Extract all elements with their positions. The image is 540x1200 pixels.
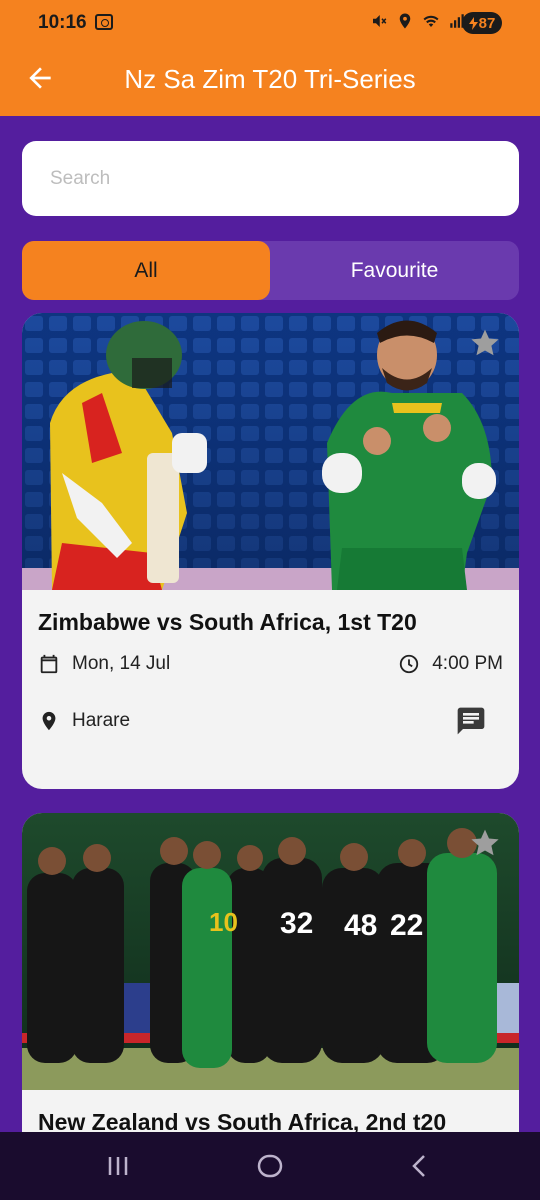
match-title: Zimbabwe vs South Africa, 1st T20 xyxy=(38,609,417,635)
chat-icon[interactable] xyxy=(455,705,487,737)
jersey-number: 10 xyxy=(209,907,238,937)
jersey-number: 48 xyxy=(344,909,377,942)
match-venue: Harare xyxy=(38,710,130,732)
screenshot-icon xyxy=(95,14,113,30)
wifi-icon xyxy=(423,15,439,27)
status-time: 10:16 xyxy=(38,12,87,33)
clock-icon xyxy=(400,654,419,674)
jersey-number: 32 xyxy=(280,907,313,940)
system-nav-bar xyxy=(0,1132,540,1200)
tab-all[interactable]: All xyxy=(22,241,270,300)
mute-icon xyxy=(373,15,387,27)
search-input[interactable] xyxy=(50,141,490,216)
calendar-icon xyxy=(40,654,58,674)
home-icon[interactable] xyxy=(254,1150,286,1182)
battery-level: 87 xyxy=(478,14,496,32)
recents-icon[interactable] xyxy=(102,1150,134,1182)
location-pin-icon xyxy=(42,711,56,731)
page-title: Nz Sa Zim T20 Tri-Series xyxy=(124,64,416,94)
location-icon xyxy=(399,13,411,29)
filter-tabs: All Favourite xyxy=(22,241,519,300)
match-date: Mon, 14 Jul xyxy=(38,653,170,675)
tab-favourite[interactable]: Favourite xyxy=(270,241,519,300)
back-icon[interactable] xyxy=(404,1150,436,1182)
match-photo xyxy=(22,313,519,590)
favourite-star-icon[interactable] xyxy=(469,327,501,359)
match-photo: 32 48 22 10 xyxy=(22,813,519,1090)
status-bar: 10:16 87 xyxy=(0,0,540,46)
favourite-star-icon[interactable] xyxy=(469,827,501,859)
search-box xyxy=(22,141,519,216)
match-card[interactable]: 32 48 22 10 New Zealand vs South Africa,… xyxy=(22,813,519,1173)
match-date-text: Mon, 14 Jul xyxy=(72,653,171,674)
battery-charging-icon xyxy=(468,16,478,30)
top-bar: 10:16 87 Nz Sa Zim T20 Tri-Series xyxy=(0,0,540,116)
battery-indicator: 87 xyxy=(462,12,502,34)
match-time: 4:00 PM xyxy=(398,653,503,675)
app-bar: Nz Sa Zim T20 Tri-Series xyxy=(0,46,540,116)
match-card[interactable]: Zimbabwe vs South Africa, 1st T20 Mon, 1… xyxy=(22,313,519,789)
status-icons xyxy=(370,12,466,30)
jersey-number: 22 xyxy=(390,909,423,942)
match-venue-text: Harare xyxy=(72,710,131,731)
match-time-text: 4:00 PM xyxy=(432,653,503,674)
